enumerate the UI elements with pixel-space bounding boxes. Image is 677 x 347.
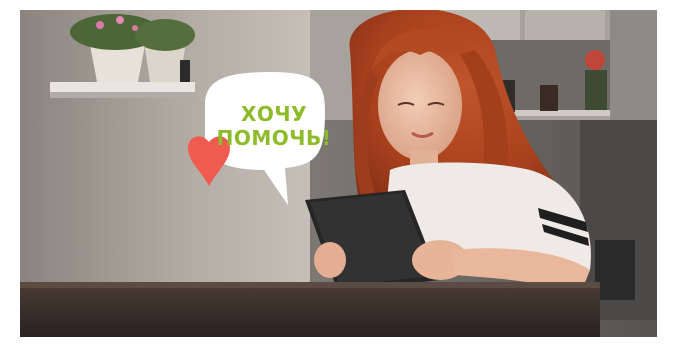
- bubble-line-1: ХОЧУ: [240, 102, 307, 126]
- speech-bubble-text: ХОЧУ ПОМОЧЬ!: [210, 102, 338, 150]
- photo-frame: ХОЧУ ПОМОЧЬ!: [20, 10, 657, 337]
- bubble-line-2: ПОМОЧЬ!: [216, 126, 332, 150]
- scene-photo: [20, 10, 657, 337]
